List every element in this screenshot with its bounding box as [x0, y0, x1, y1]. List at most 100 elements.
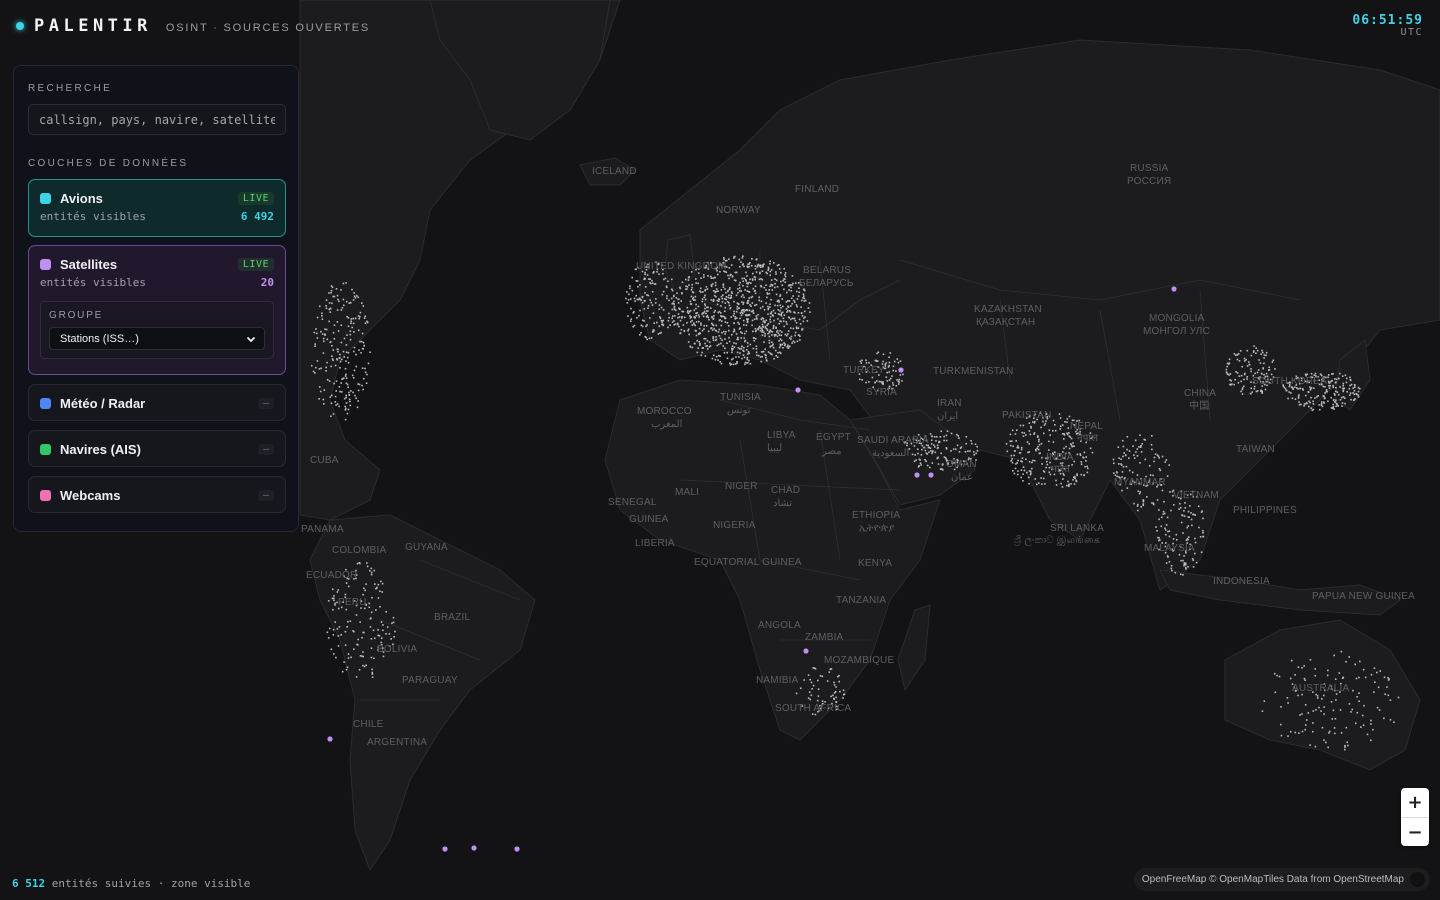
- aircraft-dot[interactable]: [752, 347, 755, 350]
- aircraft-dot[interactable]: [662, 272, 664, 275]
- aircraft-dot[interactable]: [335, 380, 338, 382]
- aircraft-dot[interactable]: [727, 274, 729, 277]
- aircraft-dot[interactable]: [343, 397, 346, 400]
- aircraft-dot[interactable]: [735, 294, 738, 297]
- aircraft-dot[interactable]: [930, 443, 933, 445]
- aircraft-dot[interactable]: [674, 315, 676, 317]
- aircraft-dot[interactable]: [324, 334, 326, 336]
- aircraft-dot[interactable]: [1323, 402, 1326, 404]
- aircraft-dot[interactable]: [1298, 401, 1300, 403]
- aircraft-dot[interactable]: [1165, 524, 1168, 526]
- aircraft-dot[interactable]: [724, 347, 726, 350]
- aircraft-dot[interactable]: [344, 409, 347, 411]
- aircraft-dot[interactable]: [1178, 553, 1181, 556]
- aircraft-dot[interactable]: [675, 297, 678, 299]
- aircraft-dot[interactable]: [757, 263, 760, 266]
- aircraft-dot[interactable]: [1341, 405, 1343, 407]
- aircraft-dot[interactable]: [326, 361, 328, 364]
- aircraft-dot[interactable]: [767, 307, 770, 310]
- aircraft-dot[interactable]: [735, 317, 738, 319]
- aircraft-dot[interactable]: [1158, 509, 1160, 511]
- aircraft-dot[interactable]: [365, 664, 367, 667]
- aircraft-dot[interactable]: [662, 319, 664, 322]
- aircraft-dot[interactable]: [362, 655, 364, 658]
- aircraft-dot[interactable]: [780, 312, 783, 314]
- aircraft-dot[interactable]: [704, 307, 706, 310]
- aircraft-dot[interactable]: [695, 278, 697, 280]
- aircraft-dot[interactable]: [1250, 370, 1252, 373]
- aircraft-dot[interactable]: [882, 353, 885, 356]
- aircraft-dot[interactable]: [1180, 573, 1182, 576]
- aircraft-dot[interactable]: [728, 329, 730, 332]
- aircraft-dot[interactable]: [758, 296, 760, 299]
- aircraft-dot[interactable]: [1344, 748, 1346, 751]
- aircraft-dot[interactable]: [703, 296, 706, 299]
- aircraft-dot[interactable]: [1321, 726, 1324, 729]
- aircraft-dot[interactable]: [701, 347, 704, 349]
- aircraft-dot[interactable]: [366, 373, 368, 376]
- aircraft-dot[interactable]: [753, 290, 756, 292]
- aircraft-dot[interactable]: [1326, 390, 1328, 393]
- aircraft-dot[interactable]: [319, 390, 322, 393]
- aircraft-dot[interactable]: [707, 310, 709, 312]
- aircraft-dot[interactable]: [928, 451, 930, 453]
- aircraft-dot[interactable]: [1191, 557, 1194, 560]
- aircraft-dot[interactable]: [1314, 372, 1317, 375]
- aircraft-dot[interactable]: [708, 318, 710, 321]
- aircraft-dot[interactable]: [1186, 537, 1189, 540]
- search-input[interactable]: [28, 104, 286, 135]
- aircraft-dot[interactable]: [369, 626, 372, 628]
- aircraft-dot[interactable]: [936, 444, 939, 447]
- aircraft-dot[interactable]: [1027, 476, 1030, 479]
- aircraft-dot[interactable]: [1335, 387, 1337, 389]
- aircraft-dot[interactable]: [766, 296, 768, 299]
- aircraft-dot[interactable]: [1253, 350, 1255, 352]
- aircraft-dot[interactable]: [733, 346, 736, 348]
- aircraft-dot[interactable]: [740, 261, 742, 263]
- aircraft-dot[interactable]: [1317, 395, 1319, 397]
- aircraft-dot[interactable]: [658, 273, 660, 275]
- aircraft-dot[interactable]: [346, 666, 349, 669]
- aircraft-dot[interactable]: [668, 312, 670, 315]
- aircraft-dot[interactable]: [792, 327, 795, 330]
- aircraft-dot[interactable]: [704, 294, 706, 297]
- aircraft-dot[interactable]: [1297, 388, 1299, 390]
- aircraft-dot[interactable]: [711, 316, 713, 319]
- aircraft-dot[interactable]: [1158, 537, 1160, 539]
- aircraft-dot[interactable]: [1333, 732, 1336, 735]
- aircraft-dot[interactable]: [364, 322, 367, 325]
- aircraft-dot[interactable]: [1389, 699, 1392, 701]
- aircraft-dot[interactable]: [781, 298, 784, 300]
- aircraft-dot[interactable]: [681, 281, 684, 284]
- aircraft-dot[interactable]: [775, 293, 778, 296]
- aircraft-dot[interactable]: [692, 291, 695, 294]
- aircraft-dot[interactable]: [771, 285, 774, 287]
- aircraft-dot[interactable]: [1298, 732, 1300, 734]
- aircraft-dot[interactable]: [1037, 445, 1039, 448]
- aircraft-dot[interactable]: [379, 590, 381, 592]
- aircraft-dot[interactable]: [752, 272, 754, 275]
- aircraft-dot[interactable]: [755, 315, 758, 317]
- aircraft-dot[interactable]: [1297, 395, 1300, 398]
- aircraft-dot[interactable]: [714, 309, 716, 312]
- aircraft-dot[interactable]: [1335, 405, 1337, 408]
- aircraft-dot[interactable]: [1120, 464, 1123, 466]
- aircraft-dot[interactable]: [314, 343, 316, 345]
- aircraft-dot[interactable]: [1195, 561, 1198, 564]
- aircraft-dot[interactable]: [1328, 381, 1331, 384]
- aircraft-dot[interactable]: [1349, 379, 1352, 382]
- aircraft-dot[interactable]: [333, 324, 336, 326]
- aircraft-dot[interactable]: [765, 356, 767, 359]
- aircraft-dot[interactable]: [742, 303, 744, 305]
- aircraft-dot[interactable]: [1333, 398, 1335, 401]
- aircraft-dot[interactable]: [772, 327, 775, 330]
- aircraft-dot[interactable]: [746, 342, 749, 344]
- aircraft-dot[interactable]: [756, 354, 758, 357]
- aircraft-dot[interactable]: [714, 329, 717, 332]
- satellite-dot[interactable]: [898, 367, 904, 373]
- aircraft-dot[interactable]: [1076, 453, 1079, 456]
- aircraft-dot[interactable]: [1328, 387, 1331, 389]
- aircraft-dot[interactable]: [703, 337, 705, 340]
- aircraft-dot[interactable]: [1032, 459, 1034, 462]
- aircraft-dot[interactable]: [361, 636, 363, 639]
